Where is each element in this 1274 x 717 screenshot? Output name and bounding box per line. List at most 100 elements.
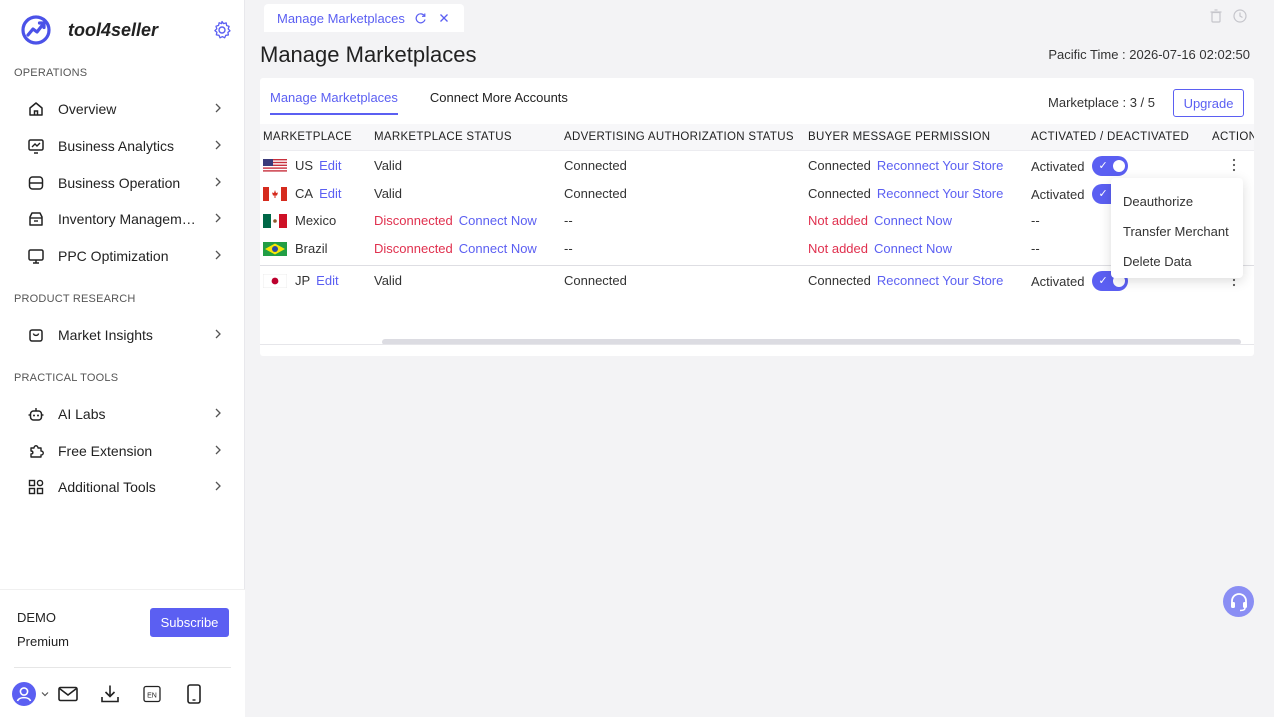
- brand[interactable]: tool4seller: [20, 14, 235, 46]
- sidebar-footer: DEMO Premium Subscribe EN: [0, 589, 245, 717]
- ad-status: Connected: [564, 273, 627, 288]
- edit-link[interactable]: Edit: [319, 158, 341, 173]
- marketplace-cell: Mexico: [263, 213, 336, 228]
- section-title-practical-tools: PRACTICAL TOOLS: [14, 372, 119, 384]
- check-icon: ✓: [1098, 160, 1108, 172]
- marketplace-cell: JP Edit: [263, 273, 339, 288]
- gear-icon[interactable]: [211, 19, 233, 41]
- menu-item-transfer-merchant[interactable]: Transfer Merchant: [1111, 216, 1243, 246]
- sidebar-item-label: PPC Optimization: [58, 248, 169, 264]
- sidebar-item-label: Market Insights: [58, 327, 153, 343]
- divider: [260, 344, 1254, 345]
- page-tabbar: Manage Marketplaces: [246, 0, 1274, 32]
- chevron-down-icon[interactable]: [40, 682, 50, 706]
- group-divider: [260, 265, 1254, 266]
- chevron-right-icon: [215, 445, 221, 455]
- menu-item-deauthorize[interactable]: Deauthorize: [1111, 186, 1243, 216]
- connect-now-link[interactable]: Connect Now: [459, 241, 537, 256]
- menu-item-delete-data[interactable]: Delete Data: [1111, 246, 1243, 276]
- operation-icon: [26, 173, 46, 193]
- mail-icon[interactable]: [56, 682, 80, 706]
- sidebar-item-overview[interactable]: Overview: [14, 92, 234, 126]
- sidebar-item-business-operation[interactable]: Business Operation: [14, 166, 234, 200]
- connect-now-link[interactable]: Connect Now: [874, 241, 952, 256]
- sidebar-item-business-analytics[interactable]: Business Analytics: [14, 129, 234, 163]
- sidebar-item-label: Inventory Management: [58, 211, 198, 227]
- buyer-status: Connected: [808, 273, 871, 288]
- sidebar-item-ai-labs[interactable]: AI Labs: [14, 397, 234, 431]
- sidebar-item-ppc-optimization[interactable]: PPC Optimization: [14, 239, 234, 273]
- table-row: Brazil Disconnected Connect Now -- Not a…: [260, 235, 1254, 263]
- sidebar-item-inventory-management[interactable]: Inventory Management: [14, 202, 234, 236]
- marketplace-status: Disconnected: [374, 213, 453, 228]
- marketplace-status: Valid: [374, 273, 402, 288]
- activation-status: Activated: [1031, 158, 1085, 174]
- refresh-icon[interactable]: [414, 11, 428, 25]
- tab-label: Manage Marketplaces: [277, 10, 405, 26]
- mobile-icon[interactable]: [182, 682, 206, 706]
- sidebar-item-additional-tools[interactable]: Additional Tools: [14, 470, 234, 504]
- activation-cell: Activated ✓: [1031, 156, 1129, 176]
- section-title-operations: OPERATIONS: [14, 67, 88, 79]
- connect-now-link[interactable]: Connect Now: [459, 213, 537, 228]
- clock-icon[interactable]: [1232, 8, 1248, 24]
- buyer-status: Connected: [808, 186, 871, 201]
- activation-toggle[interactable]: ✓: [1092, 156, 1129, 176]
- reconnect-link[interactable]: Reconnect Your Store: [877, 273, 1003, 288]
- language-icon[interactable]: EN: [140, 682, 164, 706]
- more-actions-icon[interactable]: [1226, 157, 1242, 173]
- sidebar-item-free-extension[interactable]: Free Extension: [14, 434, 234, 468]
- plan-tier: Premium: [17, 634, 70, 649]
- download-icon[interactable]: [98, 682, 122, 706]
- sidebar: tool4seller OPERATIONS Overview Business…: [0, 0, 245, 717]
- marketplace-name: Brazil: [295, 241, 328, 256]
- avatar[interactable]: [12, 682, 36, 706]
- marketplace-cell: CA Edit: [263, 186, 341, 201]
- sidebar-item-market-insights[interactable]: Market Insights: [14, 318, 234, 352]
- ad-status: --: [564, 241, 573, 256]
- divider: [14, 667, 231, 668]
- pacific-time: Pacific Time : 2026-07-16 02:02:50: [1048, 47, 1250, 62]
- edit-link[interactable]: Edit: [316, 273, 338, 288]
- chevron-right-icon: [215, 177, 221, 187]
- check-icon: ✓: [1098, 188, 1108, 200]
- br-flag-icon: [263, 241, 287, 256]
- language-label: EN: [147, 693, 157, 700]
- subtab-manage-marketplaces[interactable]: Manage Marketplaces: [270, 90, 398, 115]
- activation-status: --: [1031, 213, 1040, 228]
- marketplace-status-cell: Disconnected Connect Now: [374, 213, 537, 228]
- upgrade-button[interactable]: Upgrade: [1173, 89, 1244, 117]
- marketplace-status: Valid: [374, 186, 402, 201]
- close-icon[interactable]: [437, 11, 451, 25]
- chevron-right-icon: [215, 481, 221, 491]
- activation-status: Activated: [1031, 273, 1085, 289]
- marketplace-status: Disconnected: [374, 241, 453, 256]
- marketplace-name: JP: [295, 273, 311, 288]
- buyer-permission-cell: Connected Reconnect Your Store: [808, 273, 1003, 288]
- support-headset-icon[interactable]: [1223, 586, 1254, 617]
- marketplace-name: CA: [295, 186, 314, 201]
- buyer-permission-cell: Not added Connect Now: [808, 213, 952, 228]
- us-flag-icon: [263, 158, 287, 173]
- analytics-icon: [26, 136, 46, 156]
- ad-status: Connected: [564, 186, 627, 201]
- reconnect-link[interactable]: Reconnect Your Store: [877, 186, 1003, 201]
- chevron-right-icon: [215, 408, 221, 418]
- column-header-marketplace-status: MARKETPLACE STATUS: [374, 131, 512, 143]
- subscribe-button[interactable]: Subscribe: [150, 608, 229, 637]
- table-row: Mexico Disconnected Connect Now -- Not a…: [260, 207, 1254, 235]
- chevron-right-icon: [215, 329, 221, 339]
- buyer-status: Not added: [808, 241, 868, 256]
- subtab-connect-more-accounts[interactable]: Connect More Accounts: [430, 90, 568, 115]
- grid-icon: [26, 477, 46, 497]
- plan-name: DEMO: [17, 610, 56, 625]
- trash-icon[interactable]: [1208, 8, 1224, 24]
- puzzle-icon: [26, 441, 46, 461]
- edit-link[interactable]: Edit: [319, 186, 341, 201]
- tab-manage-marketplaces[interactable]: Manage Marketplaces: [264, 4, 464, 32]
- sidebar-item-label: Free Extension: [58, 443, 153, 459]
- marketplaces-card: Manage Marketplaces Connect More Account…: [260, 78, 1254, 356]
- ad-status: Connected: [564, 158, 627, 173]
- connect-now-link[interactable]: Connect Now: [874, 213, 952, 228]
- reconnect-link[interactable]: Reconnect Your Store: [877, 158, 1003, 173]
